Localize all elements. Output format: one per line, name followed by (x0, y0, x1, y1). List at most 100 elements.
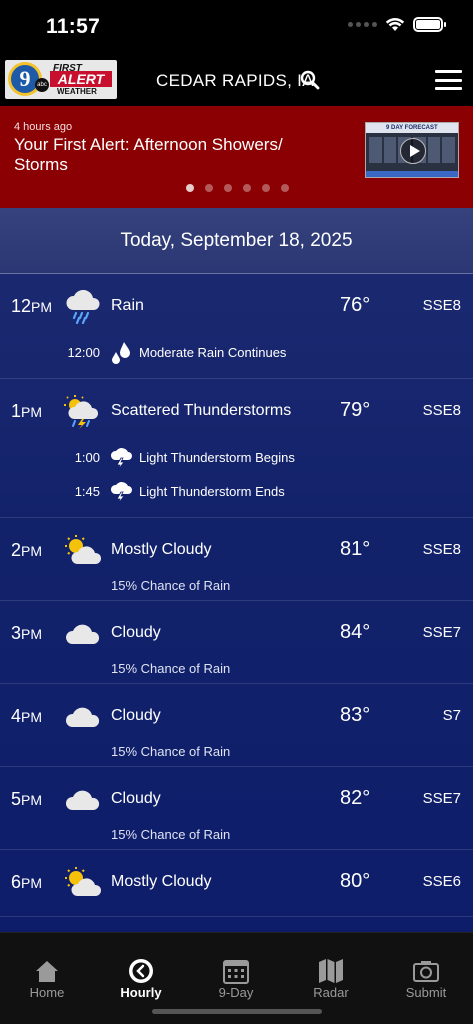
hour-time: 1PM (11, 401, 42, 422)
event-time: 1:45 (74, 484, 100, 499)
hour-row[interactable]: 4PM Cloudy 83° S7 15% Chance of Rain (0, 684, 473, 767)
search-icon[interactable] (300, 70, 320, 90)
map-icon (319, 959, 343, 983)
tab-9-day[interactable]: 9-Day (189, 933, 283, 1003)
hour-time: 2PM (11, 540, 42, 561)
hour-row[interactable]: 5PM Cloudy 82° SSE7 15% Chance of Rain (0, 767, 473, 850)
chance-of-rain: 15% Chance of Rain (111, 744, 231, 759)
hour-temperature: 83° (340, 704, 371, 726)
wifi-icon (385, 17, 405, 31)
hour-wind: SSE8 (422, 541, 461, 558)
hour-row-main: 4PM Cloudy 83° S7 (0, 684, 473, 748)
alert-banner[interactable]: 4 hours ago Your First Alert: Afternoon … (0, 106, 473, 208)
hour-wind: SSE7 (422, 624, 461, 641)
hour-time: 5PM (11, 789, 42, 810)
hour-time: 4PM (11, 706, 42, 727)
tab-radar[interactable]: Radar (284, 933, 378, 1003)
hour-number: 4 (11, 706, 22, 726)
cloud-icon (64, 700, 102, 734)
hour-ampm: PM (21, 792, 43, 808)
hour-number: 12 (11, 296, 32, 316)
hour-row-main: 5PM Cloudy 82° SSE7 (0, 767, 473, 831)
hour-row-main: 1PM Scattered Thunderstorms 79° SSE8 (0, 379, 473, 443)
hour-number: 5 (11, 789, 22, 809)
page-dot[interactable] (224, 184, 232, 192)
page-dot[interactable] (205, 184, 213, 192)
hour-condition: Rain (111, 297, 144, 314)
hour-row[interactable]: 3PM Cloudy 84° SSE7 15% Chance of Rain (0, 601, 473, 684)
cloud-icon (64, 783, 102, 817)
hour-temperature: 84° (340, 621, 371, 643)
event-text: Moderate Rain Continues (139, 345, 287, 360)
hour-ampm: PM (21, 709, 43, 725)
tab-submit[interactable]: Submit (379, 933, 473, 1003)
hour-number: 6 (11, 872, 22, 892)
hour-number: 1 (11, 401, 22, 421)
hourly-forecast-list[interactable]: Today, September 18, 2025 12PM Rain 76° SSE… (0, 208, 473, 932)
hour-event: 12:00 Moderate Rain Continues (0, 338, 473, 372)
hour-temperature: 82° (340, 787, 371, 809)
hour-temperature: 76° (340, 294, 371, 316)
tab-home[interactable]: Home (0, 933, 94, 1003)
carousel-page-dots[interactable] (0, 184, 473, 192)
hour-wind: SSE6 (422, 873, 461, 890)
page-dot[interactable] (243, 184, 251, 192)
hour-event: 1:00 Light Thunderstorm Begins (0, 443, 473, 477)
hour-wind: S7 (442, 707, 461, 724)
hour-condition: Mostly Cloudy (111, 541, 212, 558)
status-bar: 11:57 (0, 0, 473, 56)
hour-row-main: 3PM Cloudy 84° SSE7 (0, 601, 473, 665)
hour-row[interactable]: 6PM Mostly Cloudy 80° SSE6 (0, 850, 473, 917)
hour-wind: SSE8 (422, 297, 461, 314)
hour-number: 3 (11, 623, 22, 643)
hour-temperature: 80° (340, 870, 371, 892)
clock-icon (129, 959, 153, 983)
chance-of-rain: 15% Chance of Rain (111, 578, 231, 593)
hour-time: 3PM (11, 623, 42, 644)
chance-of-rain: 15% Chance of Rain (111, 661, 231, 676)
camera-icon (413, 961, 439, 982)
chance-row: 15% Chance of Rain (0, 827, 473, 849)
event-text: Light Thunderstorm Ends (139, 484, 285, 499)
page-dot[interactable] (186, 184, 194, 192)
chance-of-rain: 15% Chance of Rain (111, 827, 231, 842)
event-text: Light Thunderstorm Begins (139, 450, 295, 465)
tab-hourly[interactable]: Hourly (94, 933, 188, 1003)
hour-row-main: 2PM Mostly Cloudy 81° SSE8 (0, 518, 473, 582)
page-dot[interactable] (262, 184, 270, 192)
hour-condition: Mostly Cloudy (111, 873, 212, 890)
status-time: 11:57 (46, 15, 101, 38)
hour-wind: SSE8 (422, 402, 461, 419)
hour-ampm: PM (21, 626, 43, 642)
partly-cloudy-icon (64, 534, 102, 568)
raindrops-icon (110, 341, 132, 365)
hour-time: 6PM (11, 872, 42, 893)
play-icon[interactable] (400, 138, 426, 164)
location-label[interactable]: CEDAR RAPIDS, IA (156, 71, 314, 91)
hour-ampm: PM (31, 299, 53, 315)
cloud-icon (64, 617, 102, 651)
hamburger-menu-icon[interactable] (435, 70, 462, 90)
sun-thunderstorm-icon (64, 395, 102, 429)
app-header: 9 abc FIRST ALERT WEATHER CEDAR RAPIDS, … (0, 56, 473, 106)
hour-condition: Cloudy (111, 790, 161, 807)
thumbnail-caption: 9 DAY FORECAST (366, 123, 458, 133)
page-dot[interactable] (281, 184, 289, 192)
chance-row: 15% Chance of Rain (0, 744, 473, 766)
hour-condition: Cloudy (111, 707, 161, 724)
hour-row[interactable]: 2PM Mostly Cloudy 81° SSE8 15% Chance of Rai… (0, 518, 473, 601)
hour-condition: Cloudy (111, 624, 161, 641)
video-thumbnail[interactable]: 9 DAY FORECAST (365, 122, 459, 178)
station-logo[interactable]: 9 abc FIRST ALERT WEATHER (5, 60, 117, 99)
hours-container: 12PM Rain 76° SSE8 12:00 Moderate Rain Contin… (0, 274, 473, 932)
hour-row[interactable]: 12PM Rain 76° SSE8 12:00 Moderate Rain Contin… (0, 274, 473, 379)
hour-temperature: 79° (340, 399, 371, 421)
hour-wind: SSE7 (422, 790, 461, 807)
hour-ampm: PM (21, 875, 43, 891)
hour-row[interactable]: 1PM Scattered Thunderstorms 79° SSE8 1:00 Lig… (0, 379, 473, 518)
hour-row[interactable]: 7PMMostly Cloudy76°E5 (0, 917, 473, 932)
chance-row: 15% Chance of Rain (0, 578, 473, 600)
chance-row: 15% Chance of Rain (0, 661, 473, 683)
date-header: Today, September 18, 2025 (0, 208, 473, 274)
alert-title[interactable]: Your First Alert: Afternoon Showers/ Sto… (14, 135, 334, 175)
